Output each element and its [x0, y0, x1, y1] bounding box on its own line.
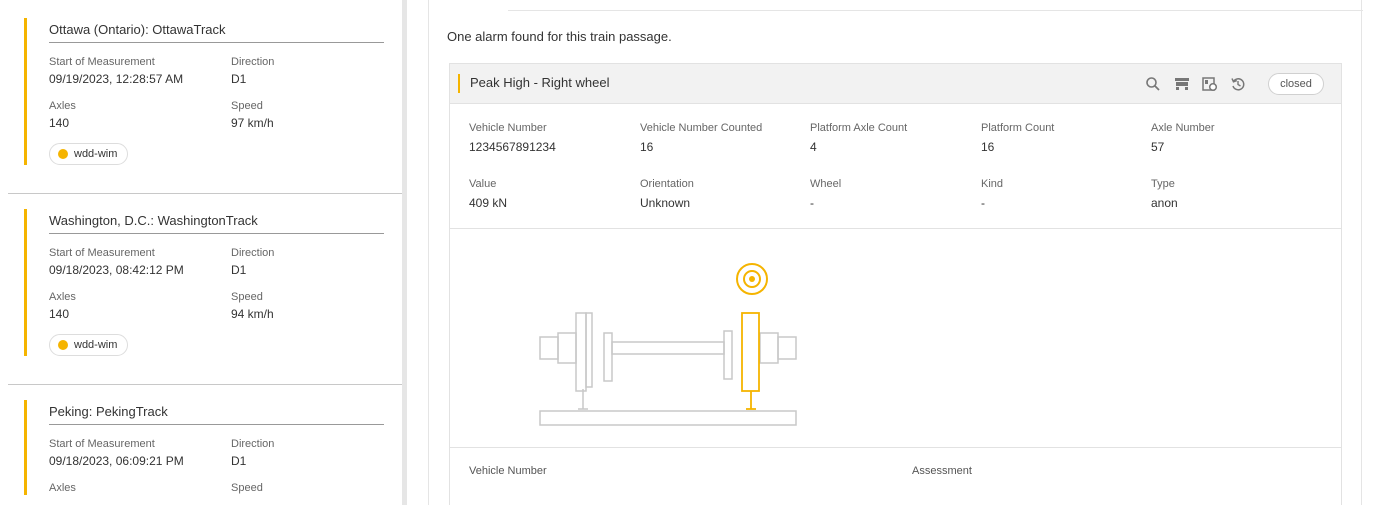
panel-resize-handle[interactable]	[402, 0, 407, 505]
assessment-table-header: Vehicle Number Assessment	[450, 448, 1341, 506]
field-label: Type	[1151, 178, 1175, 190]
speed-label: Speed	[231, 100, 263, 112]
field-value: -	[810, 196, 814, 210]
axle-diagram-area	[450, 229, 1341, 448]
alarm-detail-panel: One alarm found for this train passage. …	[428, 0, 1363, 505]
field-kind: Kind -	[981, 177, 1003, 213]
field-vehicle-number-counted: Vehicle Number Counted 16	[640, 121, 762, 157]
list-divider	[8, 193, 402, 194]
field-type: Type anon	[1151, 177, 1178, 213]
field-label: Vehicle Number Counted	[640, 122, 763, 134]
column-header: Assessment	[912, 465, 972, 477]
speed-label: Speed	[231, 291, 263, 303]
field-label: Platform Axle Count	[810, 122, 908, 134]
alarm-count-text: One alarm found for this train passage.	[447, 29, 672, 44]
field-axle-number: Axle Number 57	[1151, 121, 1215, 157]
tag-label: wdd-wim	[74, 148, 118, 160]
alarm-accent-bar	[458, 74, 460, 93]
source-tag: wdd-wim	[49, 143, 129, 165]
field-wheel: Wheel -	[810, 177, 841, 213]
field-label: Platform Count	[981, 122, 1055, 134]
start-value: 09/18/2023, 08:42:12 PM	[49, 263, 184, 277]
source-tag: wdd-wim	[49, 334, 129, 356]
field-platform-axle-count: Platform Axle Count 4	[810, 121, 907, 157]
start-label: Start of Measurement	[49, 247, 155, 259]
alarm-title: Peak High - Right wheel	[470, 75, 610, 90]
field-value: -	[981, 196, 985, 210]
passage-title: Peking: PekingTrack	[49, 400, 384, 425]
history-icon[interactable]	[1229, 75, 1247, 93]
field-label: Value	[469, 178, 497, 190]
start-value: 09/19/2023, 12:28:57 AM	[49, 72, 184, 86]
axles-value: 140	[49, 307, 70, 321]
field-value: 4	[810, 140, 817, 154]
passage-item[interactable]: Peking: PekingTrack Start of Measurement…	[24, 400, 384, 495]
status-dot-icon	[58, 340, 68, 350]
passage-item[interactable]: Ottawa (Ontario): OttawaTrack Start of M…	[24, 18, 384, 165]
passage-title: Washington, D.C.: WashingtonTrack	[49, 209, 384, 234]
field-value: anon	[1151, 196, 1178, 210]
status-dot-icon	[58, 149, 68, 159]
status-badge[interactable]: closed	[1268, 73, 1324, 95]
start-label: Start of Measurement	[49, 438, 155, 450]
alarm-card: Peak High - Right wheel closed Vehicle N…	[449, 63, 1342, 505]
field-orientation: Orientation Unknown	[640, 177, 694, 213]
top-divider	[508, 10, 1363, 11]
field-value: 409 kN	[469, 196, 508, 210]
start-label: Start of Measurement	[49, 56, 155, 68]
field-label: Wheel	[810, 178, 842, 190]
wheelset-diagram	[539, 263, 797, 426]
column-header: Vehicle Number	[469, 465, 547, 477]
field-value-kn: Value 409 kN	[469, 177, 507, 213]
axles-value: 140	[49, 116, 70, 130]
field-value: 1234567891234	[469, 140, 556, 154]
list-divider	[8, 384, 402, 385]
direction-label: Direction	[231, 247, 275, 259]
field-label: Axle Number	[1151, 122, 1215, 134]
alarm-header: Peak High - Right wheel closed	[450, 64, 1341, 104]
passage-item[interactable]: Washington, D.C.: WashingtonTrack Start …	[24, 209, 384, 356]
field-vehicle-number: Vehicle Number 1234567891234	[469, 121, 556, 157]
tag-label: wdd-wim	[74, 339, 118, 351]
passage-title: Ottawa (Ontario): OttawaTrack	[49, 18, 384, 43]
field-value: 16	[981, 140, 995, 154]
axles-label: Axles	[49, 100, 76, 112]
speed-value: 94 km/h	[231, 307, 274, 321]
field-label: Vehicle Number	[469, 122, 547, 134]
field-value: Unknown	[640, 196, 691, 210]
axle-camera-icon[interactable]	[1201, 75, 1219, 93]
search-icon[interactable]	[1144, 75, 1162, 93]
axles-label: Axles	[49, 291, 76, 303]
field-value: 57	[1151, 140, 1165, 154]
direction-value: D1	[231, 454, 247, 468]
direction-value: D1	[231, 72, 247, 86]
field-label: Orientation	[640, 178, 694, 190]
direction-label: Direction	[231, 438, 275, 450]
passage-list: Ottawa (Ontario): OttawaTrack Start of M…	[0, 0, 402, 505]
axles-label: Axles	[49, 482, 76, 494]
field-value: 16	[640, 140, 654, 154]
wagon-icon[interactable]	[1173, 75, 1191, 93]
speed-label: Speed	[231, 482, 263, 494]
direction-label: Direction	[231, 56, 275, 68]
direction-value: D1	[231, 263, 247, 277]
field-platform-count: Platform Count 16	[981, 121, 1054, 157]
field-label: Kind	[981, 178, 1004, 190]
start-value: 09/18/2023, 06:09:21 PM	[49, 454, 184, 468]
alarm-details: Vehicle Number 1234567891234 Vehicle Numb…	[450, 104, 1341, 229]
speed-value: 97 km/h	[231, 116, 274, 130]
